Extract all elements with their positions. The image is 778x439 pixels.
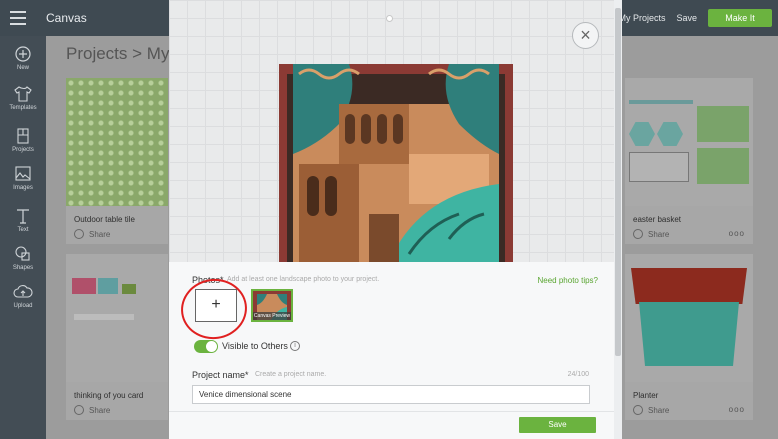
nav-label-projects: Projects	[12, 147, 34, 153]
nav-label-images: Images	[13, 185, 33, 191]
share-label: Share	[648, 229, 670, 239]
share-button[interactable]: Share	[74, 229, 110, 239]
share-button[interactable]: Share	[74, 405, 110, 415]
project-thumbnail	[625, 254, 753, 382]
text-icon	[17, 209, 29, 224]
nav-label-new: New	[16, 65, 29, 71]
share-label: Share	[648, 405, 670, 415]
top-actions: My Projects Save Make It	[618, 0, 778, 36]
card-title: thinking of you card	[74, 391, 144, 400]
photos-hint: Add at least one landscape photo to your…	[227, 276, 380, 283]
plus-circle-icon	[15, 46, 31, 62]
nav-upload[interactable]: Upload	[0, 282, 46, 309]
share-project-modal: × Photos* Add at least one landscape pho…	[169, 0, 622, 439]
project-card-outdoor-table-tile[interactable]: Outdoor table tile Share	[66, 78, 168, 244]
make-it-button[interactable]: Make It	[708, 9, 772, 27]
nav-shapes[interactable]: Shapes	[0, 244, 46, 271]
save-button[interactable]: Save	[519, 417, 596, 433]
project-preview-image	[279, 64, 513, 262]
project-name-char-count: 24/100	[567, 371, 589, 378]
shapes-icon	[15, 246, 30, 261]
share-label: Share	[89, 405, 111, 415]
more-options-button[interactable]: ooo	[729, 405, 745, 414]
highlight-circle-annotation	[177, 274, 251, 344]
save-link[interactable]: Save	[676, 13, 697, 23]
share-icon	[74, 405, 84, 415]
left-nav: New Templates Projects Images Text Shape…	[0, 36, 46, 439]
project-card-thinking-of-you[interactable]: thinking of you card Share	[66, 254, 168, 420]
card-title: easter basket	[633, 215, 682, 224]
divider	[169, 411, 614, 412]
nav-text[interactable]: Text	[0, 206, 46, 233]
nav-label-upload: Upload	[13, 303, 33, 309]
upload-icon	[13, 285, 33, 298]
card-title: Outdoor table tile	[74, 215, 135, 224]
project-card-easter-basket[interactable]: easter basket Share ooo	[625, 78, 753, 244]
breadcrumb: Projects > My P	[66, 44, 186, 63]
nav-projects[interactable]: Projects	[0, 126, 46, 153]
carousel-dot[interactable]	[386, 15, 393, 22]
project-thumbnail	[66, 254, 168, 382]
project-name-hint: Create a project name.	[255, 371, 327, 378]
share-button[interactable]: Share	[633, 229, 669, 239]
project-card-planter[interactable]: Planter Share ooo	[625, 254, 753, 420]
scrollbar-thumb[interactable]	[615, 8, 621, 356]
nav-label-templates: Templates	[9, 105, 37, 111]
share-button[interactable]: Share	[633, 405, 669, 415]
photo-tips-link[interactable]: Need photo tips?	[538, 276, 599, 285]
project-thumbnail	[66, 78, 168, 206]
nav-new[interactable]: New	[0, 44, 46, 71]
toggle-knob	[206, 341, 217, 352]
nav-images[interactable]: Images	[0, 164, 46, 191]
project-name-input[interactable]	[192, 385, 590, 404]
share-label: Share	[89, 229, 111, 239]
shirt-icon	[14, 86, 32, 102]
projects-icon	[17, 128, 29, 144]
close-button[interactable]: ×	[572, 22, 599, 49]
share-icon	[633, 405, 643, 415]
project-preview-area: ×	[169, 0, 622, 262]
more-options-button[interactable]: ooo	[729, 229, 745, 238]
nav-templates[interactable]: Templates	[0, 84, 46, 111]
project-thumbnail	[625, 78, 753, 206]
project-name-label: Project name*	[192, 370, 249, 380]
hamburger-menu-icon[interactable]	[10, 11, 26, 25]
my-projects-link[interactable]: My Projects	[618, 13, 665, 23]
nav-label-shapes: Shapes	[12, 265, 34, 271]
visible-to-others-label: Visible to Others	[222, 341, 288, 351]
share-form: Photos* Add at least one landscape photo…	[169, 262, 614, 439]
image-icon	[15, 166, 31, 181]
visible-to-others-toggle[interactable]	[194, 340, 218, 353]
thumbnail-label: Canvas Preview	[253, 312, 291, 320]
canvas-preview-thumbnail[interactable]: Canvas Preview	[251, 289, 293, 322]
card-title: Planter	[633, 391, 659, 400]
modal-scrollbar[interactable]	[614, 0, 622, 439]
share-icon	[633, 229, 643, 239]
nav-label-text: Text	[17, 227, 29, 233]
share-icon	[74, 229, 84, 239]
app-title: Canvas	[46, 11, 87, 25]
info-icon[interactable]: i	[290, 341, 300, 351]
